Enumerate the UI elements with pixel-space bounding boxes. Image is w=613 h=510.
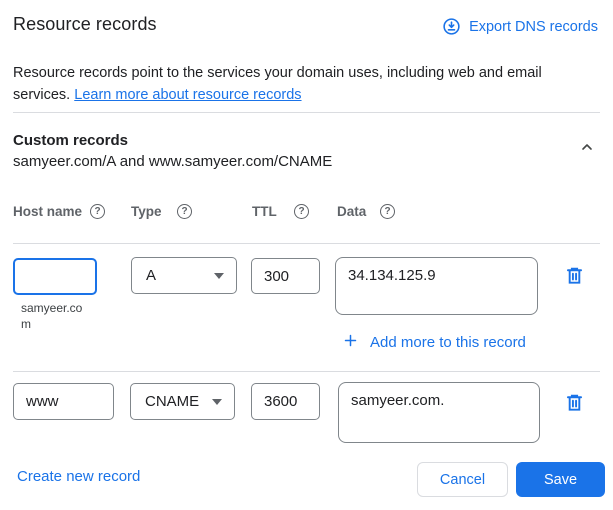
save-button[interactable]: Save	[516, 462, 605, 497]
help-icon[interactable]: ?	[380, 204, 395, 219]
host-name-helper-text: samyeer.com	[21, 300, 85, 332]
host-name-input[interactable]	[13, 383, 114, 420]
record-type-value: A	[146, 267, 156, 284]
chevron-up-icon	[579, 139, 595, 158]
column-header-ttl: TTL	[252, 204, 277, 219]
section-subtitle: samyeer.com/A and www.samyeer.com/CNAME	[13, 153, 332, 170]
export-dns-records-link[interactable]: Export DNS records	[442, 17, 598, 36]
page-title: Resource records	[13, 14, 157, 35]
section-title: Custom records	[13, 132, 128, 149]
export-dns-records-label: Export DNS records	[469, 19, 598, 35]
delete-record-button[interactable]	[561, 264, 587, 290]
record-data-input[interactable]: 34.134.125.9	[335, 257, 538, 315]
delete-record-button[interactable]	[561, 391, 587, 417]
help-icon[interactable]: ?	[294, 204, 309, 219]
download-circle-icon	[442, 17, 461, 36]
record-type-select[interactable]: CNAME	[130, 383, 235, 420]
caret-down-icon	[212, 399, 222, 405]
divider	[13, 112, 600, 113]
learn-more-link[interactable]: Learn more about resource records	[74, 87, 301, 103]
column-header-data: Data	[337, 204, 366, 219]
record-data-input[interactable]: samyeer.com.	[338, 382, 540, 443]
ttl-input[interactable]	[251, 383, 320, 420]
add-more-to-record-link[interactable]: Add more to this record	[343, 333, 526, 352]
record-type-select[interactable]: A	[131, 257, 237, 294]
plus-icon	[343, 333, 358, 352]
column-header-type: Type	[131, 204, 162, 219]
resource-records-panel: Resource records Export DNS records Reso…	[0, 0, 613, 510]
record-type-value: CNAME	[145, 393, 199, 410]
create-new-record-link[interactable]: Create new record	[17, 468, 140, 485]
cancel-button[interactable]: Cancel	[417, 462, 508, 497]
divider	[13, 243, 600, 244]
intro-text: Resource records point to the services y…	[13, 62, 579, 106]
help-icon[interactable]: ?	[177, 204, 192, 219]
add-more-label: Add more to this record	[370, 334, 526, 351]
ttl-input[interactable]	[251, 258, 320, 294]
trash-icon	[564, 265, 585, 289]
column-header-host: Host name	[13, 204, 82, 219]
caret-down-icon	[214, 273, 224, 279]
help-icon[interactable]: ?	[90, 204, 105, 219]
collapse-section-button[interactable]	[575, 136, 599, 160]
trash-icon	[564, 392, 585, 416]
divider	[13, 371, 600, 372]
host-name-input[interactable]	[13, 258, 97, 295]
